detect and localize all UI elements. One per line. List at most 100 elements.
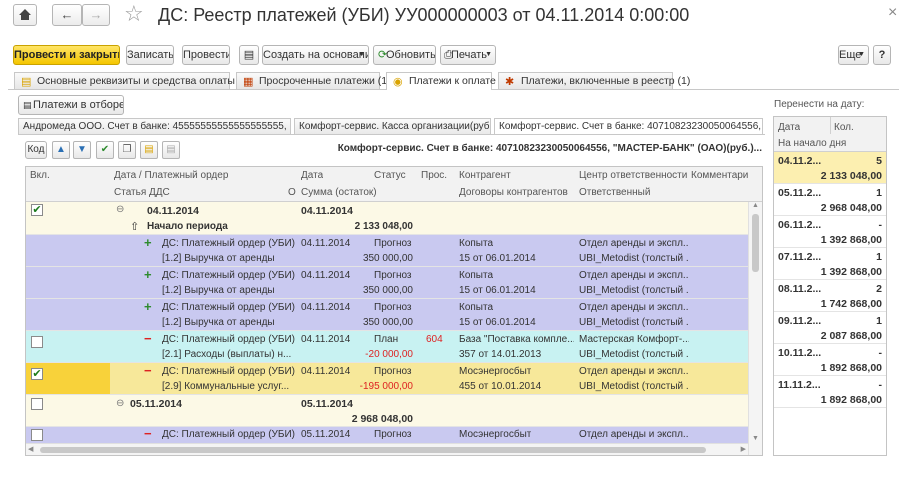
payment-order[interactable]: ДС: Платежный ордер (УБИ) ... [162, 429, 297, 440]
tab-account-cash[interactable]: Комфорт-сервис. Касса организации(руб.) [294, 118, 491, 134]
arrow-down-icon: ▼ [77, 144, 87, 155]
row-status: Прогноз [374, 302, 412, 313]
include-checkbox[interactable]: ✔ [31, 204, 43, 216]
help-button[interactable]: ? [873, 45, 891, 65]
table-row[interactable]: + ДС: Платежный ордер (УБИ) ... [1.2] Вы… [26, 299, 748, 331]
row-date: 04.11.2014 [301, 366, 351, 377]
date-row[interactable]: 07.11.2... 1 1 392 868,00 [774, 248, 886, 280]
table-row[interactable]: ✔ − ДС: Платежный ордер (УБИ) ... [2.9] … [26, 363, 748, 395]
scroll-down-icon[interactable]: ▼ [752, 435, 759, 442]
payments-grid: Вкл. Дата / Платежный ордер Статья ДДС О… [25, 166, 763, 456]
back-button[interactable]: ← [52, 4, 82, 26]
date-row[interactable]: 09.11.2... 1 2 087 868,00 [774, 312, 886, 344]
date-row[interactable]: 10.11.2... - 1 892 868,00 [774, 344, 886, 376]
more-button[interactable]: Еще ▼ [838, 45, 869, 65]
row-responsible: UBI_Metodist (толстый ... [579, 317, 689, 328]
print-label: Печать [451, 49, 488, 61]
payments-in-selection-button[interactable]: ▤ Платежи в отборе [18, 95, 124, 115]
date-row[interactable]: 04.11.2... 5 2 133 048,00 [774, 152, 886, 184]
include-checkbox[interactable]: ✔ [31, 368, 43, 380]
collapse-icon[interactable]: ⊖ [116, 398, 124, 409]
code-button[interactable]: Код [25, 141, 47, 159]
row-contract: 357 от 14.01.2013 [459, 349, 542, 360]
date-value: 06.11.2... [778, 219, 822, 231]
table-row[interactable]: + ДС: Платежный ордер (УБИ) ... [1.2] Вы… [26, 235, 748, 267]
tab-overdue-payments[interactable]: ▦ Просроченные платежи (14) [236, 72, 396, 89]
date-row[interactable]: 08.11.2... 2 1 742 868,00 [774, 280, 886, 312]
create-based-on-label: Создать на основании [263, 49, 369, 61]
include-checkbox[interactable] [31, 429, 43, 441]
col-sum[interactable]: Сумма (остаток) [301, 187, 377, 198]
dates-panel: Дата Кол. На начало дня 04.11.2... 5 2 1… [773, 116, 887, 456]
tab-account-bank[interactable]: Комфорт-сервис. Счет в банке: 4071082323… [494, 118, 763, 134]
row-responsible: UBI_Metodist (толстый ... [579, 349, 689, 360]
table-row[interactable]: − ДС: Платежный ордер (УБИ) ... 05.11.20… [26, 426, 748, 443]
date-row[interactable]: 06.11.2... - 1 392 868,00 [774, 216, 886, 248]
col-status[interactable]: Статус [374, 170, 406, 181]
scroll-left-icon[interactable]: ◀ [28, 445, 33, 453]
print-button[interactable]: ⎙ Печать ▼ [440, 45, 496, 65]
date-row[interactable]: 05.11.2... 1 2 968 048,00 [774, 184, 886, 216]
post-button[interactable]: Провести [182, 45, 230, 65]
scroll-right-icon[interactable]: ▶ [741, 445, 746, 453]
table-row[interactable]: − ДС: Платежный ордер (УБИ) ... [2.1] Ра… [26, 331, 748, 363]
scroll-thumb[interactable] [752, 214, 759, 272]
home-button[interactable] [13, 4, 37, 26]
col-contracts[interactable]: Договоры контрагентов [459, 187, 568, 198]
move-up-button[interactable]: ▲ [52, 141, 70, 159]
home-icon [19, 9, 31, 20]
tab-payments-to-pay[interactable]: ◉ Платежи к оплате [386, 72, 496, 90]
folder-button[interactable]: ▤ [162, 141, 180, 159]
date-value: 04.11.2... [778, 155, 822, 167]
refresh-button[interactable]: ⟳ Обновить [373, 45, 436, 65]
col-dds[interactable]: Статья ДДС [114, 187, 170, 198]
payment-order[interactable]: ДС: Платежный ордер (УБИ) ... [162, 302, 297, 313]
check-all-button[interactable]: ✔ [96, 141, 114, 159]
group-date: 05.11.2014 [301, 398, 353, 410]
date-row[interactable]: 11.11.2... - 1 892 868,00 [774, 376, 886, 408]
include-checkbox[interactable] [31, 336, 43, 348]
col-responsible[interactable]: Ответственный [579, 187, 650, 198]
count-value: 2 [876, 283, 882, 295]
col-center[interactable]: Центр ответственности [579, 170, 687, 181]
group-row[interactable]: ✔ ⊖ 04.11.2014 04.11.2014 [26, 202, 748, 219]
col-overdue[interactable]: Прос. [421, 170, 447, 181]
include-checkbox[interactable] [31, 398, 43, 410]
add-folder-button[interactable]: ▤ [140, 141, 158, 159]
table-row[interactable]: + ДС: Платежный ордер (УБИ) ... [1.2] Вы… [26, 267, 748, 299]
tab-payments-in-register[interactable]: ✱ Платежи, включенные в реестр (1) [498, 72, 690, 89]
close-window-button[interactable]: × [888, 4, 897, 22]
dates-header: Дата Кол. На начало дня [774, 117, 886, 152]
payment-order[interactable]: ДС: Платежный ордер (УБИ) ... [162, 334, 297, 345]
collapse-icon[interactable]: ⊖ [116, 204, 124, 215]
period-start-label: Начало периода [147, 221, 228, 232]
col-incl[interactable]: Вкл. [30, 170, 50, 181]
favorite-star-icon[interactable]: ☆ [124, 1, 144, 27]
col-comment[interactable]: Комментарий [691, 170, 748, 181]
col-count[interactable]: Кол. [834, 122, 854, 133]
document-icon-button[interactable]: ▤ [239, 45, 259, 65]
col-o[interactable]: О [288, 187, 296, 198]
scroll-up-icon[interactable]: ▲ [752, 202, 759, 209]
scroll-thumb[interactable] [40, 447, 706, 453]
group-row[interactable]: ⊖ 05.11.2014 05.11.2014 2 968 048,00 [26, 395, 748, 427]
col-date-order[interactable]: Дата / Платежный ордер [114, 170, 228, 181]
tab-account-andromeda[interactable]: Андромеда ООО. Счет в банке: 45555555555… [18, 118, 291, 134]
move-down-button[interactable]: ▼ [73, 141, 91, 159]
col-contractor[interactable]: Контрагент [459, 170, 511, 181]
col-date[interactable]: Дата [301, 170, 323, 181]
create-based-on-button[interactable]: Создать на основании ▼ [262, 45, 369, 65]
payment-order[interactable]: ДС: Платежный ордер (УБИ) ... [162, 366, 297, 377]
row-contractor: База "Поставка компле... [459, 334, 574, 345]
payment-order[interactable]: ДС: Платежный ордер (УБИ) ... [162, 238, 297, 249]
col-date[interactable]: Дата [778, 122, 800, 133]
forward-button[interactable]: → [82, 4, 110, 26]
count-value: - [878, 379, 883, 391]
payment-order[interactable]: ДС: Платежный ордер (УБИ) ... [162, 270, 297, 281]
post-and-close-button[interactable]: Провести и закрыть [13, 45, 120, 65]
save-button[interactable]: Записать [126, 45, 174, 65]
vertical-scrollbar[interactable]: ▲ ▼ [748, 202, 762, 455]
copy-button[interactable]: ❐ [118, 141, 136, 159]
horizontal-scrollbar[interactable]: ◀ ▶ [26, 443, 748, 455]
tab-main-details[interactable]: ▤ Основные реквизиты и средства оплаты (… [14, 72, 251, 89]
